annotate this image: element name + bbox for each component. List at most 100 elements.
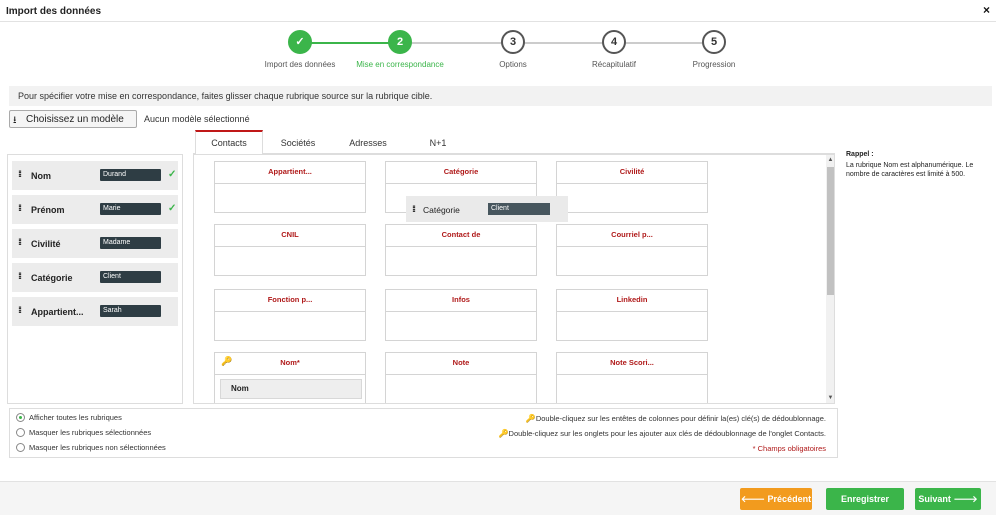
source-field-name: Nom — [31, 171, 51, 181]
target-field-header[interactable]: Contact de — [386, 225, 536, 247]
target-field-header[interactable]: Infos — [386, 290, 536, 312]
tab-adresses[interactable]: Adresses — [333, 130, 403, 154]
source-fields-panel: ⁞⁞ Nom Durand ✓ ⁞⁞ Prénom Marie ✓ ⁞⁞ Civ… — [7, 154, 183, 404]
choose-model-button[interactable]: ⭳ Choisissez un modèle — [9, 110, 137, 128]
scroll-up-icon[interactable]: ▲ — [827, 156, 834, 164]
reminder-panel: Rappel : La rubrique Nom est alphanuméri… — [846, 150, 992, 179]
step-label: Mise en correspondance — [356, 60, 444, 69]
target-field-note[interactable]: Note — [385, 352, 537, 403]
step-label: Options — [499, 60, 527, 69]
wizard-stepper: ✓ Import des données 2 Mise en correspon… — [0, 30, 996, 70]
required-note: * Champs obligatoires — [752, 444, 826, 453]
target-field-fonction[interactable]: Fonction p... — [214, 289, 366, 341]
dragged-field-value: Client — [488, 203, 550, 215]
source-field-name: Civilité — [31, 239, 61, 249]
tab-n-plus-1[interactable]: N+1 — [405, 130, 471, 154]
source-field-appartient[interactable]: ⁞⁞ Appartient... Sarah — [12, 297, 178, 326]
footer-bar: 🡐 Précédent Enregistrer Suivant 🡒 — [0, 481, 996, 515]
source-field-name: Catégorie — [31, 273, 73, 283]
download-icon: ⭳ — [13, 115, 17, 126]
target-field-linkedin[interactable]: Linkedin — [556, 289, 708, 341]
tab-societes[interactable]: Sociétés — [265, 130, 331, 154]
target-field-nom[interactable]: Nom* 🔑 Nom — [214, 352, 366, 403]
step-number: 5 — [702, 30, 726, 54]
target-field-header[interactable]: Fonction p... — [215, 290, 365, 312]
model-status: Aucun modèle sélectionné — [144, 114, 250, 124]
arrow-right-icon: 🡒 — [950, 494, 978, 504]
scroll-down-icon[interactable]: ▼ — [827, 394, 834, 402]
previous-label: Précédent — [767, 494, 812, 504]
step-2: 2 Mise en correspondance — [350, 30, 450, 69]
source-field-name: Appartient... — [31, 307, 84, 317]
source-field-nom[interactable]: ⁞⁞ Nom Durand ✓ — [12, 161, 178, 190]
target-field-header[interactable]: Civilité — [557, 162, 707, 184]
step-5: 5 Progression — [664, 30, 764, 69]
step-1: ✓ Import des données — [250, 30, 350, 69]
instruction-text: Pour spécifier votre mise en corresponda… — [18, 91, 433, 101]
step-3: 3 Options — [463, 30, 563, 69]
check-icon: ✓ — [168, 203, 177, 214]
target-field-header[interactable]: Nom* — [215, 353, 365, 375]
target-field-header[interactable]: CNIL — [215, 225, 365, 247]
target-field-header[interactable]: Courriel p... — [557, 225, 707, 247]
target-field-civilite[interactable]: Civilité — [556, 161, 708, 213]
step-number: 3 — [501, 30, 525, 54]
next-label: Suivant — [918, 494, 951, 504]
hint-tabs: 🔑Double-cliquez sur les onglets pour les… — [499, 429, 826, 438]
window-title: Import des données — [6, 6, 102, 17]
target-field-header[interactable]: Catégorie — [386, 162, 536, 184]
radio-label: Masquer les rubriques sélectionnées — [29, 428, 152, 437]
step-number: 2 — [388, 30, 412, 54]
source-field-civilite[interactable]: ⁞⁞ Civilité Madame — [12, 229, 178, 258]
source-field-value: Client — [100, 271, 161, 283]
radio-icon[interactable] — [16, 428, 25, 437]
target-field-appartient[interactable]: Appartient... — [214, 161, 366, 213]
step-label: Récapitulatif — [591, 60, 637, 69]
target-field-header[interactable]: Note — [386, 353, 536, 375]
source-field-value: Sarah — [100, 305, 161, 317]
radio-label: Masquer les rubriques non sélectionnées — [29, 443, 166, 452]
drag-handle-icon: ⁞⁞ — [18, 305, 22, 315]
step-4: 4 Récapitulatif — [564, 30, 664, 69]
arrow-left-icon: 🡐 — [740, 494, 768, 504]
target-fields-area: Appartient... Catégorie Civilité CNIL Co… — [193, 154, 835, 404]
mapped-source-chip[interactable]: Nom — [220, 379, 362, 399]
step-number: 4 — [602, 30, 626, 54]
target-field-infos[interactable]: Infos — [385, 289, 537, 341]
drag-handle-icon: ⁞⁞ — [18, 203, 22, 213]
reminder-text: La rubrique Nom est alphanumérique. Le n… — [846, 162, 974, 178]
next-button[interactable]: Suivant 🡒 — [915, 488, 981, 510]
radio-icon[interactable] — [16, 443, 25, 452]
close-icon[interactable]: × — [983, 3, 990, 17]
dragged-field-name: Catégorie — [423, 205, 460, 215]
key-icon: 🔑 — [525, 414, 536, 423]
target-field-note-scoring[interactable]: Note Scori... — [556, 352, 708, 403]
target-field-header[interactable]: Appartient... — [215, 162, 365, 184]
source-field-prenom[interactable]: ⁞⁞ Prénom Marie ✓ — [12, 195, 178, 224]
scrollbar-thumb[interactable] — [827, 167, 834, 295]
instruction-bar: Pour spécifier votre mise en corresponda… — [9, 86, 992, 106]
tab-contacts[interactable]: Contacts — [195, 130, 263, 155]
target-field-header[interactable]: Linkedin — [557, 290, 707, 312]
hint-tabs-text: Double-cliquez sur les onglets pour les … — [508, 429, 826, 438]
source-field-categorie[interactable]: ⁞⁞ Catégorie Client — [12, 263, 178, 292]
reminder-title: Rappel : — [846, 151, 874, 158]
source-field-name: Prénom — [31, 205, 65, 215]
drag-handle-icon: ⁞⁞ — [18, 271, 22, 281]
key-icon: 🔑 — [498, 429, 509, 438]
radio-label: Afficher toutes les rubriques — [29, 413, 122, 422]
target-field-header[interactable]: Note Scori... — [557, 353, 707, 375]
drag-handle-icon: ⁞⁞ — [18, 237, 22, 247]
vertical-scrollbar[interactable]: ▲ ▼ — [826, 155, 834, 403]
previous-button[interactable]: 🡐 Précédent — [740, 488, 812, 510]
save-button[interactable]: Enregistrer — [826, 488, 904, 510]
choose-model-label: Choisissez un modèle — [26, 114, 124, 125]
target-field-courriel[interactable]: Courriel p... — [556, 224, 708, 276]
check-icon: ✓ — [288, 30, 312, 54]
display-options-panel: Afficher toutes les rubriques Masquer le… — [9, 408, 838, 458]
dragged-field[interactable]: ⁞⁞ Catégorie Client — [406, 196, 568, 222]
target-field-cnil[interactable]: CNIL — [214, 224, 366, 276]
radio-selected-icon[interactable] — [16, 413, 25, 422]
step-label: Progression — [692, 60, 736, 69]
target-field-contact-de[interactable]: Contact de — [385, 224, 537, 276]
